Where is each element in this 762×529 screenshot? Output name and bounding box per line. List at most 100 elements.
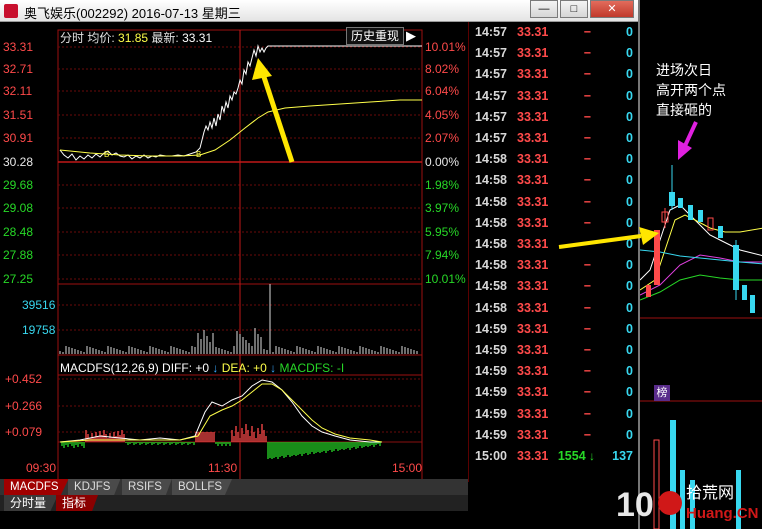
- tick-price: 33.31: [517, 321, 549, 336]
- tick-volume: 1554 ↓: [557, 449, 595, 463]
- marker-buy-2: B: [196, 150, 201, 159]
- tick-time: 14:58: [475, 215, 507, 230]
- tick-time: 14:57: [475, 46, 507, 61]
- magenta-arrow-marker: [678, 121, 698, 160]
- minimize-button[interactable]: —: [530, 0, 558, 18]
- tick-time: 14:59: [475, 427, 507, 442]
- tick-count: 0: [626, 25, 633, 39]
- tick-count: 0: [626, 109, 633, 124]
- tick-row[interactable]: 14:57 33.31 − 0: [469, 110, 639, 131]
- volume-bars: [59, 284, 418, 354]
- tick-price: 33.31: [517, 67, 549, 82]
- price-tick-11: 27.25: [3, 272, 34, 286]
- bottom-tabs: 分时量 指标: [0, 495, 468, 511]
- history-replay-button[interactable]: 历史重现: [346, 27, 405, 45]
- tick-price: 33.31: [517, 215, 549, 230]
- volume-tick-1: 39516: [22, 298, 56, 312]
- macdfs-value: -I: [336, 361, 345, 375]
- tick-volume: −: [583, 427, 591, 442]
- tick-time: 14:58: [475, 152, 507, 167]
- tick-row[interactable]: 14:59 33.31 − 0: [469, 322, 639, 343]
- tick-time: 14:57: [475, 88, 507, 103]
- tab-indicator[interactable]: 指标: [56, 495, 99, 511]
- pct-tick-2: 8.02%: [425, 62, 460, 76]
- tick-count: 0: [626, 258, 633, 273]
- tab-volume[interactable]: 分时量: [4, 495, 59, 511]
- tick-row[interactable]: 14:59 33.31 − 0: [469, 385, 639, 406]
- tick-row[interactable]: 15:00 33.31 1554 ↓ 137: [469, 449, 639, 470]
- tick-volume: −: [583, 88, 591, 103]
- tick-time: 14:58: [475, 173, 507, 188]
- tab-rsifs[interactable]: RSIFS: [122, 479, 172, 495]
- price-tick-9: 28.48: [3, 225, 34, 239]
- tick-count: 0: [626, 46, 633, 61]
- tick-time: 14:59: [475, 364, 507, 379]
- tick-row[interactable]: 14:59 33.31 − 0: [469, 343, 639, 364]
- pct-tick-10: 7.94%: [425, 248, 460, 262]
- tab-macdfs[interactable]: MACDFS: [4, 479, 69, 495]
- close-button[interactable]: ✕: [590, 0, 634, 18]
- tick-count: 0: [626, 385, 633, 400]
- macd-dea-value: +0: [253, 361, 267, 375]
- time-tick-open: 09:30: [26, 461, 57, 475]
- maximize-button[interactable]: □: [560, 0, 588, 18]
- tick-count: 0: [626, 364, 633, 379]
- tick-volume: −: [583, 109, 591, 124]
- price-tick-6: 30.28: [3, 155, 34, 169]
- price-tick-4: 31.51: [3, 108, 34, 122]
- tick-row[interactable]: 14:57 33.31 − 0: [469, 25, 639, 46]
- macd-tick-2: +0.266: [5, 399, 43, 413]
- macd-name: MACDFS(12,26,9): [60, 361, 159, 375]
- rank-badge[interactable]: 榜: [654, 385, 670, 401]
- tick-row[interactable]: 14:58 33.31 − 0: [469, 258, 639, 279]
- tab-bollfs[interactable]: BOLLFS: [172, 479, 233, 495]
- tick-row[interactable]: 14:58 33.31 − 0: [469, 279, 639, 300]
- tick-time: 14:58: [475, 300, 507, 315]
- tick-time: 14:59: [475, 385, 507, 400]
- tick-price: 33.31: [517, 131, 549, 145]
- tick-row[interactable]: 14:57 33.31 − 0: [469, 46, 639, 67]
- macd-tick-3: +0.079: [5, 425, 43, 439]
- tick-row[interactable]: 14:57 33.31 − 0: [469, 89, 639, 110]
- intraday-chart-panel[interactable]: B B 分时 均价: 31.85 最新: 33.31 历史重现 ▶ 33.31 …: [0, 22, 468, 510]
- replay-play-icon[interactable]: ▶: [406, 27, 420, 45]
- price-tick-8: 29.08: [3, 201, 34, 215]
- tick-row[interactable]: 14:57 33.31 − 0: [469, 131, 639, 152]
- watermark-brand: 拾荒网: [686, 484, 734, 502]
- tick-price: 33.31: [517, 449, 549, 463]
- tick-price: 33.31: [517, 25, 549, 39]
- watermark-sub: Huang.CN: [686, 505, 759, 522]
- tick-row[interactable]: 14:59 33.31 − 0: [469, 407, 639, 428]
- tick-count: 0: [626, 406, 633, 421]
- tick-row[interactable]: 14:59 33.31 − 0: [469, 428, 639, 449]
- tick-price: 33.31: [517, 237, 549, 251]
- tick-count: 0: [626, 279, 633, 294]
- price-tick-7: 29.68: [3, 178, 34, 192]
- tick-count: 0: [626, 67, 633, 82]
- tick-row[interactable]: 14:58 33.31 − 0: [469, 173, 639, 194]
- last-price-value: 33.31: [182, 31, 213, 45]
- tick-volume: −: [583, 131, 591, 145]
- pct-tick-7: 1.98%: [425, 178, 460, 192]
- tick-row[interactable]: 14:59 33.31 − 0: [469, 364, 639, 385]
- tick-volume: −: [583, 67, 591, 82]
- tick-row[interactable]: 14:58 33.31 − 0: [469, 301, 639, 322]
- tab-kdjfs[interactable]: KDJFS: [68, 479, 121, 495]
- tick-row[interactable]: 14:57 33.31 − 0: [469, 67, 639, 88]
- intraday-chart-svg[interactable]: B B: [0, 22, 468, 510]
- app-icon: [4, 4, 18, 18]
- tick-volume: −: [583, 406, 591, 421]
- tick-time: 15:00: [475, 449, 507, 463]
- tick-count: 0: [626, 427, 633, 442]
- tick-count: 0: [626, 152, 633, 167]
- watermark-num: 10: [616, 486, 654, 524]
- tick-price: 33.31: [517, 343, 549, 357]
- tick-row[interactable]: 14:58 33.31 − 0: [469, 152, 639, 173]
- tick-price: 33.31: [517, 427, 549, 442]
- price-tick-3: 32.11: [3, 84, 33, 98]
- tick-time: 14:57: [475, 131, 507, 145]
- tick-row[interactable]: 14:58 33.31 − 0: [469, 195, 639, 216]
- tick-volume: −: [583, 364, 591, 379]
- pct-tick-9: 5.95%: [425, 225, 460, 239]
- tick-volume: −: [583, 194, 591, 209]
